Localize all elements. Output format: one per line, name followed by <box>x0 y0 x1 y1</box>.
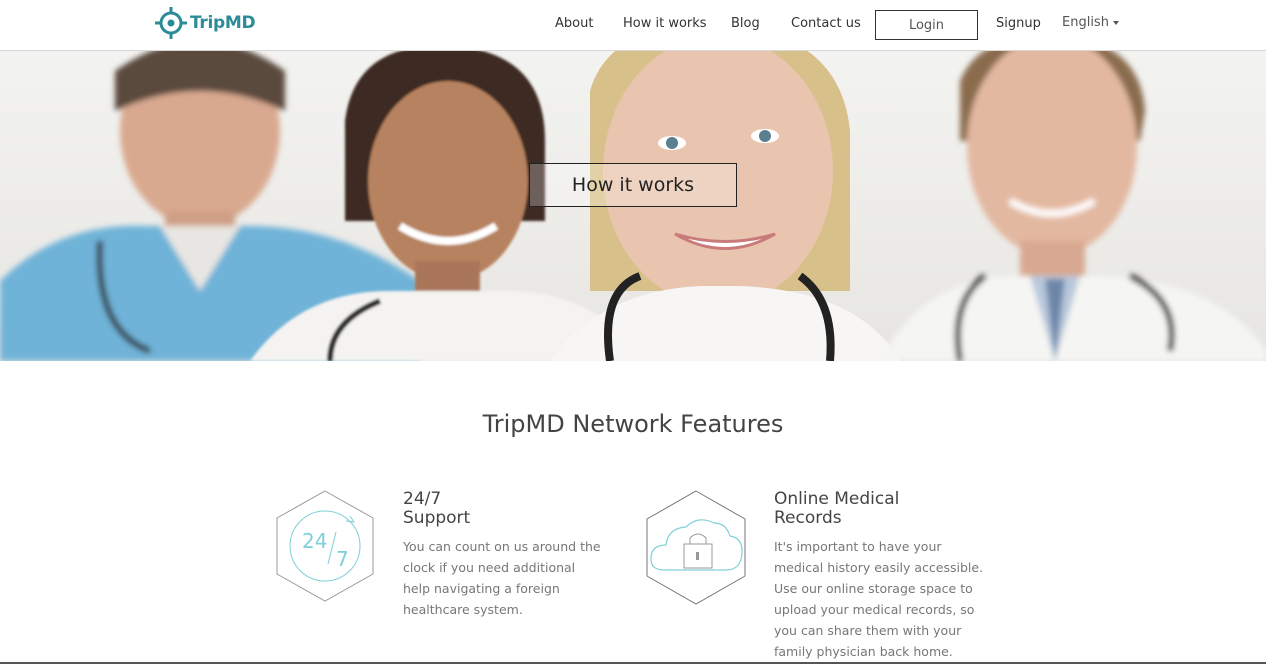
login-button[interactable]: Login <box>875 10 978 40</box>
svg-text:7: 7 <box>336 547 349 571</box>
clock-24-7-icon: 24 7 <box>276 490 374 602</box>
nav-signup-link[interactable]: Signup <box>996 16 1041 31</box>
feature-title-line: Online Medical <box>774 489 900 509</box>
caret-down-icon <box>1112 20 1119 25</box>
logo-wordmark: TripMD <box>190 13 256 33</box>
cloud-lock-icon <box>646 490 746 605</box>
crosshair-logo-icon <box>155 7 187 39</box>
feature-title-support: 24/7 Support <box>403 490 470 528</box>
nav-contact-link[interactable]: Contact us <box>791 16 861 31</box>
svg-text:24: 24 <box>302 529 327 553</box>
language-dropdown[interactable]: English <box>1062 15 1119 30</box>
feature-title-line: 24/7 <box>403 489 442 509</box>
features-section-title: TripMD Network Features <box>482 410 784 438</box>
tripmd-logo[interactable]: TripMD <box>155 7 256 39</box>
feature-title-line: Records <box>774 508 842 528</box>
feature-desc-records: It's important to have your medical hist… <box>774 539 984 659</box>
nav-blog-link[interactable]: Blog <box>731 16 760 31</box>
hero-banner: How it works <box>0 51 1266 361</box>
page-bottom-divider <box>0 662 1266 664</box>
feature-desc-support: You can count on us around the clock if … <box>403 539 601 617</box>
hero-how-it-works-button[interactable]: How it works <box>529 163 737 207</box>
language-label: English <box>1062 15 1109 30</box>
nav-about-link[interactable]: About <box>555 16 593 31</box>
nav-how-it-works-link[interactable]: How it works <box>623 16 707 31</box>
top-navbar: TripMD About How it works Blog Contact u… <box>0 0 1266 51</box>
feature-title-records: Online Medical Records <box>774 490 899 528</box>
feature-title-line: Support <box>403 508 471 528</box>
